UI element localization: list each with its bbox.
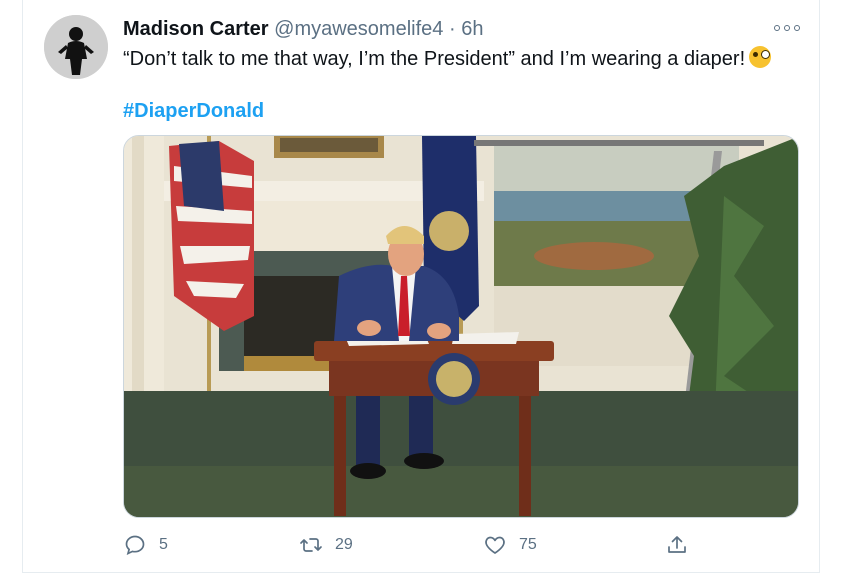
retweet-button[interactable]: 29 [299,530,353,560]
reply-count: 5 [159,536,168,553]
user-handle[interactable]: @myawesomelife4 [274,18,443,40]
timestamp[interactable]: 6h [461,18,483,40]
reply-icon [125,535,145,556]
avatar-image [44,15,108,79]
retweet-icon [300,538,322,552]
tweet-media-photo[interactable] [123,135,799,518]
reply-button[interactable]: 5 [123,530,168,560]
heart-icon [485,536,505,554]
retweet-count: 29 [335,536,353,553]
share-button[interactable] [665,530,701,560]
more-options-icon[interactable] [774,20,800,36]
share-icon [668,536,686,553]
display-name[interactable]: Madison Carter [123,18,269,40]
like-count: 75 [519,536,537,553]
tweet-actions: 5 29 75 [123,530,799,560]
separator: · [448,18,456,40]
hashtag-link[interactable]: #DiaperDonald [123,98,264,124]
more-dot [774,25,780,31]
tweet-text: “Don’t talk to me that way, I’m the Pres… [123,46,773,73]
avatar[interactable] [44,15,108,79]
zany-face-emoji-icon [749,46,772,68]
tweet-body: “Don’t talk to me that way, I’m the Pres… [123,48,746,70]
more-dot [784,25,790,31]
tweet-header: Madison Carter @myawesomelife4 · 6h [123,17,483,41]
like-button[interactable]: 75 [483,530,537,560]
more-dot [794,25,800,31]
photo-image [124,136,798,517]
